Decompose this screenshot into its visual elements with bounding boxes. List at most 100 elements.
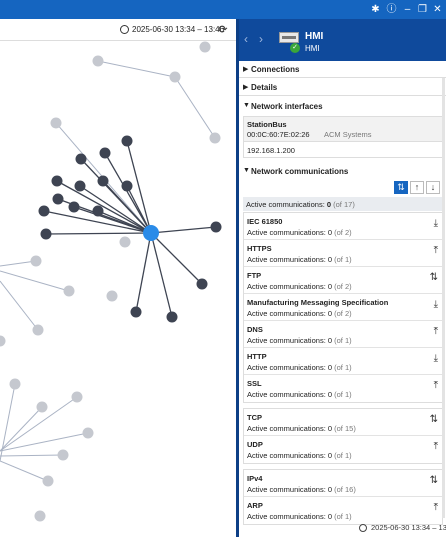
section-label: Network communications — [251, 167, 349, 176]
network-graph-pane[interactable]: 2025-06-30 13:34 – 13:46 ⟳ — [0, 19, 237, 537]
protocol-item[interactable]: FTP Active communications: 0 (of 2) ⇅ — [244, 267, 442, 294]
graph-node-active[interactable] — [40, 228, 52, 240]
total-active-communications: Active communications: 0 (of 17) — [243, 197, 443, 211]
section-details[interactable]: ▶ Details — [239, 79, 446, 96]
graph-node[interactable] — [57, 449, 69, 461]
graph-node-active[interactable] — [99, 147, 111, 159]
protocol-item[interactable]: TCP Active communications: 0 (of 15) ⇅ — [244, 409, 442, 436]
graph-edge — [174, 76, 216, 139]
graph-node-active[interactable] — [210, 221, 222, 233]
footer-time-range: 2025-06-30 13:34 – 13:46 — [371, 523, 446, 532]
stat-value: 0 — [327, 282, 333, 291]
stat-label: Active communications: — [247, 309, 326, 318]
expand-icon: ▶ — [243, 66, 249, 73]
stat-label: Active communications: — [247, 228, 326, 237]
stat-value: 0 — [327, 363, 333, 372]
protocol-item[interactable]: SSL Active communications: 0 (of 1) ⤒ — [244, 375, 442, 402]
protocol-item[interactable]: HTTP Active communications: 0 (of 1) ⤓ — [244, 348, 442, 375]
direction-icon: ⤒ — [433, 441, 438, 452]
protocol-stat: Active communications: 0 (of 15) — [247, 424, 356, 433]
graph-node[interactable] — [82, 427, 94, 439]
graph-node[interactable] — [92, 55, 104, 67]
interface-vendor: ACM Systems — [324, 130, 372, 139]
graph-node[interactable] — [169, 71, 181, 83]
time-range-label[interactable]: 2025-06-30 13:34 – 13:46 — [132, 25, 224, 34]
network-graph[interactable] — [0, 41, 237, 537]
graph-node-active[interactable] — [196, 278, 208, 290]
graph-node[interactable] — [106, 290, 118, 302]
both-direction-filter-button[interactable]: ⇅ — [394, 181, 408, 194]
graph-node[interactable] — [32, 324, 44, 336]
graph-node[interactable] — [36, 401, 48, 413]
back-button[interactable]: ‹ — [244, 32, 248, 46]
graph-node-active[interactable] — [51, 175, 63, 187]
stat-value: 0 — [327, 336, 333, 345]
outgoing-filter-button[interactable]: ↑ — [410, 181, 424, 194]
graph-node-active[interactable] — [121, 135, 133, 147]
protocol-item[interactable]: IPv4 Active communications: 0 (of 16) ⇅ — [244, 470, 442, 497]
protocol-item[interactable]: Manufacturing Messaging Specification Act… — [244, 294, 442, 321]
graph-node[interactable] — [199, 41, 211, 53]
graph-node-active[interactable] — [75, 153, 87, 165]
protocol-name: DNS — [247, 325, 263, 334]
settings-icon[interactable]: ✱ — [368, 2, 383, 17]
graph-node[interactable] — [9, 378, 21, 390]
graph-node-active[interactable] — [92, 205, 104, 217]
graph-edge — [0, 270, 70, 292]
graph-node[interactable] — [63, 285, 75, 297]
protocol-item[interactable]: HTTPS Active communications: 0 (of 1) ⤒ — [244, 240, 442, 267]
graph-node[interactable] — [119, 236, 131, 248]
incoming-filter-button[interactable]: ↓ — [426, 181, 440, 194]
graph-edge-active — [97, 210, 152, 234]
section-network-communications[interactable]: ▼ Network communications — [239, 163, 446, 180]
direction-icon: ⤓ — [433, 218, 438, 229]
clock-icon — [120, 25, 129, 34]
total-of: (of 17) — [333, 200, 355, 209]
graph-node-active[interactable] — [121, 180, 133, 192]
protocol-group: IPv4 Active communications: 0 (of 16) ⇅ ARP… — [243, 469, 443, 525]
stat-label: Active communications: — [247, 451, 326, 460]
graph-node-active[interactable] — [130, 306, 142, 318]
refresh-button[interactable]: ⟳ — [217, 24, 229, 36]
graph-node[interactable] — [34, 510, 46, 522]
interface-ip: 192.168.1.200 — [244, 141, 442, 157]
protocol-item[interactable]: DNS Active communications: 0 (of 1) ⤒ — [244, 321, 442, 348]
section-network-interfaces[interactable]: ▼ Network interfaces — [239, 98, 446, 115]
graph-node[interactable] — [71, 391, 83, 403]
graph-edge-active — [150, 226, 217, 234]
section-connections[interactable]: ▶ Connections — [239, 61, 446, 78]
stat-of: (of 2) — [334, 282, 352, 291]
protocol-stat: Active communications: 0 (of 1) — [247, 336, 352, 345]
close-icon[interactable]: ✕ — [430, 2, 445, 17]
graph-node-active[interactable] — [68, 201, 80, 213]
total-label: Active communications: — [246, 200, 325, 209]
network-interface-card[interactable]: StationBus 00:0C:60:7E:02:26 ACM Systems… — [243, 116, 443, 158]
direction-icon: ⤓ — [433, 299, 438, 310]
graph-node-active[interactable] — [166, 311, 178, 323]
graph-node-active[interactable] — [97, 175, 109, 187]
restore-icon[interactable]: ❐ — [415, 2, 430, 17]
protocol-item[interactable]: UDP Active communications: 0 (of 1) ⤒ — [244, 436, 442, 463]
graph-node-selected[interactable] — [143, 225, 159, 241]
info-icon[interactable]: ⓘ — [384, 2, 399, 17]
graph-node[interactable] — [42, 475, 54, 487]
protocol-name: IPv4 — [247, 474, 263, 483]
graph-node-active[interactable] — [52, 193, 64, 205]
graph-node-active[interactable] — [74, 180, 86, 192]
protocol-stat: Active communications: 0 (of 2) — [247, 282, 352, 291]
scrollbar[interactable] — [442, 78, 445, 518]
forward-button[interactable]: › — [259, 32, 263, 46]
graph-node-active[interactable] — [38, 205, 50, 217]
minimize-icon[interactable]: – — [400, 2, 415, 17]
protocol-stat: Active communications: 0 (of 2) — [247, 309, 352, 318]
protocol-stat: Active communications: 0 (of 1) — [247, 512, 352, 521]
graph-node[interactable] — [50, 117, 62, 129]
protocol-stat: Active communications: 0 (of 16) — [247, 485, 356, 494]
graph-node[interactable] — [209, 132, 221, 144]
graph-node[interactable] — [0, 335, 6, 347]
protocol-item[interactable]: ARP Active communications: 0 (of 1) ⤒ — [244, 497, 442, 524]
direction-icon: ⇅ — [429, 475, 438, 486]
graph-node[interactable] — [30, 255, 42, 267]
graph-edge-active — [150, 232, 203, 285]
protocol-item[interactable]: IEC 61850 Active communications: 0 (of 2)… — [244, 213, 442, 240]
